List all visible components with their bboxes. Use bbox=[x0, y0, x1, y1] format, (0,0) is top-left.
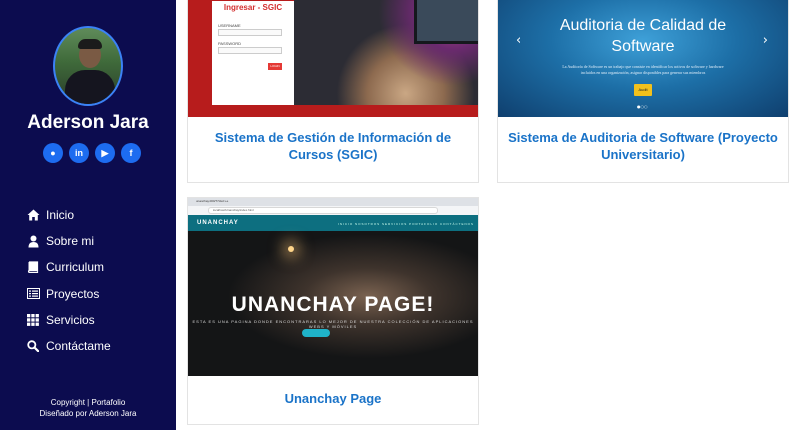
carousel-dots: ●○○ bbox=[637, 104, 648, 109]
nav-item-servicios[interactable]: Servicios bbox=[26, 307, 111, 333]
browser-tab-title: unanchay.000/77dsd v.e bbox=[196, 199, 229, 203]
profile-name: Aderson Jara bbox=[27, 112, 149, 133]
preview-button: Audit bbox=[634, 84, 652, 96]
preview-heading: UNANCHAY PAGE! bbox=[231, 293, 435, 316]
nav-label: Sobre mi bbox=[46, 234, 95, 249]
search-icon bbox=[26, 339, 40, 353]
preview-password-label: PASSWORD bbox=[218, 41, 242, 46]
book-icon bbox=[26, 260, 40, 274]
nav-item-inicio[interactable]: Inicio bbox=[26, 202, 111, 228]
laptop-screen bbox=[414, 0, 478, 44]
github-icon[interactable]: ● bbox=[43, 143, 63, 163]
list-icon bbox=[26, 287, 40, 301]
project-title[interactable]: Sistema de Gestión de Información de Cur… bbox=[188, 129, 478, 163]
preview-brand: UNANCHAY bbox=[197, 220, 239, 226]
copyright-text: Copyright | Portafolio bbox=[50, 398, 126, 407]
preview-username-input bbox=[218, 29, 282, 36]
facebook-icon[interactable]: f bbox=[121, 143, 141, 163]
youtube-icon[interactable]: ▶ bbox=[95, 143, 115, 163]
project-preview-image[interactable]: Auditoria de Calidad de Software ‹ › La … bbox=[498, 0, 788, 117]
project-title[interactable]: Unanchay Page bbox=[188, 390, 478, 407]
sidebar-footer: Copyright | Portafolio Diseñado por Ader… bbox=[0, 397, 176, 419]
designer-credit: Diseñado por Aderson Jara bbox=[39, 409, 137, 418]
nav-item-curriculum[interactable]: Curriculum bbox=[26, 254, 111, 280]
nav-label: Inicio bbox=[46, 208, 75, 223]
nav-item-proyectos[interactable]: Proyectos bbox=[26, 281, 111, 307]
project-card-auditoria[interactable]: Auditoria de Calidad de Software ‹ › La … bbox=[497, 0, 789, 183]
sidebar: Aderson Jara ● in ▶ f Inicio Sobre mi Cu… bbox=[0, 0, 176, 430]
browser-tabbar: unanchay.000/77dsd v.e bbox=[188, 198, 478, 206]
sidebar-nav: Inicio Sobre mi Curriculum Proyectos Ser… bbox=[26, 202, 111, 359]
preview-login-button: LOGIN bbox=[268, 63, 282, 70]
grid-icon bbox=[26, 313, 40, 327]
project-card-sgic[interactable]: Ingresar - SGIC USERNAME PASSWORD LOGIN … bbox=[187, 0, 479, 183]
browser-url: localhost/Unanchay/index.html bbox=[208, 207, 438, 214]
project-preview-image[interactable]: unanchay.000/77dsd v.e localhost/Unancha… bbox=[188, 198, 478, 376]
home-icon bbox=[26, 208, 40, 222]
chevron-left-icon[interactable]: ‹ bbox=[516, 33, 521, 48]
nav-label: Proyectos bbox=[46, 286, 100, 301]
project-preview-image[interactable]: Ingresar - SGIC USERNAME PASSWORD LOGIN bbox=[188, 0, 478, 117]
nav-label: Contáctame bbox=[46, 339, 111, 354]
avatar bbox=[53, 26, 123, 106]
project-card-unanchay[interactable]: unanchay.000/77dsd v.e localhost/Unancha… bbox=[187, 197, 479, 425]
nav-item-sobre-mi[interactable]: Sobre mi bbox=[26, 228, 111, 254]
preview-heading: Auditoria de Calidad de Software bbox=[559, 17, 727, 55]
lamp-light bbox=[288, 246, 294, 252]
project-title[interactable]: Sistema de Auditoria de Software (Proyec… bbox=[498, 129, 788, 163]
preview-subheading: ESTA ES UNA PAGINA DONDE ENCONTRARAS LO … bbox=[192, 319, 474, 329]
user-icon bbox=[26, 234, 40, 248]
preview-heading: Ingresar - SGIC bbox=[223, 3, 283, 12]
preview-password-input bbox=[218, 47, 282, 54]
social-links: ● in ▶ f bbox=[43, 143, 141, 163]
browser-urlbar: localhost/Unanchay/index.html bbox=[188, 206, 478, 215]
nav-label: Curriculum bbox=[46, 260, 105, 275]
chevron-right-icon[interactable]: › bbox=[763, 33, 768, 48]
preview-cta-button bbox=[302, 329, 330, 337]
preview-text: La Auditoría de Software es un trabajo q… bbox=[562, 64, 724, 75]
nav-item-contactame[interactable]: Contáctame bbox=[26, 333, 111, 359]
linkedin-icon[interactable]: in bbox=[69, 143, 89, 163]
preview-username-label: USERNAME bbox=[218, 23, 241, 28]
login-form-preview: Ingresar - SGIC USERNAME PASSWORD LOGIN bbox=[212, 1, 294, 105]
laptop-photo bbox=[294, 0, 478, 105]
nav-label: Servicios bbox=[46, 312, 95, 327]
preview-menu: INICIO NOSOTROS SERVICIOS PORTAFOLIO CON… bbox=[338, 222, 475, 226]
